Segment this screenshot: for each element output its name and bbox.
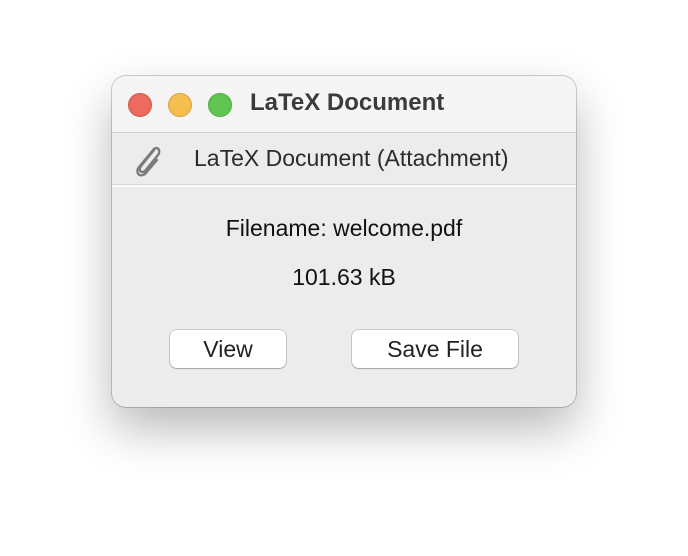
title-bar[interactable]: LaTeX Document — [112, 76, 576, 133]
attachment-label: LaTeX Document (Attachment) — [194, 145, 509, 171]
window-title: LaTeX Document — [250, 89, 445, 116]
view-button[interactable]: View — [170, 330, 286, 368]
desktop: LaTeX Document LaTeX Document (Attachmen… — [0, 0, 688, 556]
attachment-window: LaTeX Document LaTeX Document (Attachmen… — [112, 76, 576, 407]
zoom-button[interactable] — [208, 93, 232, 117]
paperclip-icon — [136, 146, 161, 177]
filename-text: Filename: welcome.pdf — [225, 215, 463, 241]
attachment-header: LaTeX Document (Attachment) — [112, 133, 576, 187]
file-size-text: 101.63 kB — [292, 264, 396, 290]
minimize-button[interactable] — [168, 93, 192, 117]
close-button[interactable] — [128, 93, 152, 117]
save-file-button[interactable]: Save File — [352, 330, 518, 368]
